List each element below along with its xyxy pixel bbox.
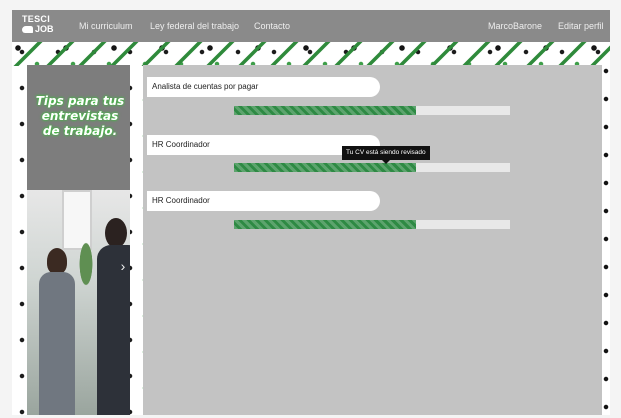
progress-fill: [234, 106, 417, 115]
applications-panel: Analista de cuentas por pagar HR Coordin…: [143, 65, 602, 415]
chevron-right-icon[interactable]: ›: [117, 258, 129, 274]
progress-fill: [234, 220, 417, 229]
nav-link-ley-federal[interactable]: Ley federal del trabajo: [150, 21, 239, 31]
app-window: TESCI JOB Mi curriculum Ley federal del …: [12, 10, 610, 415]
nav-edit-profile[interactable]: Editar perfil: [558, 21, 604, 31]
background-pattern-right: [602, 65, 610, 415]
promo-photo: [27, 190, 130, 415]
nav-username[interactable]: MarcoBarone: [488, 21, 542, 31]
nav-link-contacto[interactable]: Contacto: [254, 21, 290, 31]
progress-fill: [234, 163, 417, 172]
nav-link-mi-curriculum[interactable]: Mi curriculum: [79, 21, 133, 31]
tooltip-arrow: [382, 160, 390, 164]
application-progress-bar: [234, 106, 510, 115]
promo-text: Tips para tus entrevistas de trabajo.: [35, 94, 125, 138]
application-progress-bar: [234, 220, 510, 229]
status-tooltip: Tu CV está siendo revisado: [342, 146, 430, 160]
background-pattern-top: [12, 42, 610, 66]
logo-text-top: TESCI: [22, 14, 51, 24]
application-progress-bar: [234, 163, 510, 172]
tesci-job-logo[interactable]: TESCI JOB: [22, 15, 60, 37]
logo-text-bottom: JOB: [35, 24, 54, 34]
dinosaur-icon: [22, 26, 33, 33]
application-card[interactable]: HR Coordinador: [147, 191, 380, 211]
top-navbar: TESCI JOB Mi curriculum Ley federal del …: [12, 10, 610, 42]
application-card[interactable]: Analista de cuentas por pagar: [147, 77, 380, 97]
